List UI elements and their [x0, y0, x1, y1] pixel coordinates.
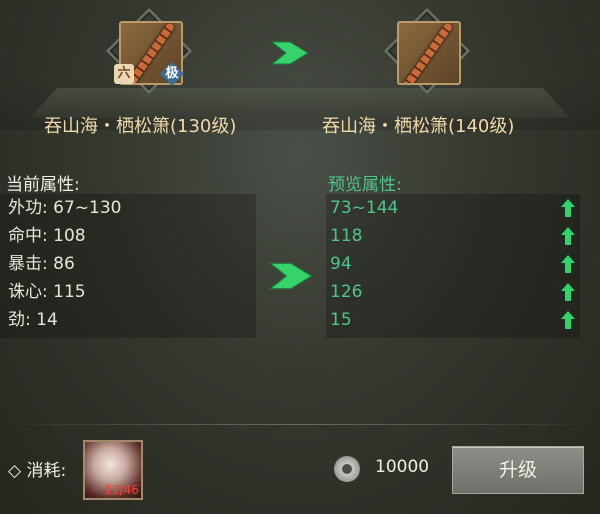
flute-shape: [400, 23, 454, 83]
material-item-slot[interactable]: 11/46: [83, 440, 143, 500]
coin-amount: 10000: [375, 457, 430, 477]
tier-badge: 六: [114, 64, 134, 84]
arrow-right-icon: [268, 258, 314, 294]
stat-label: 劲:: [8, 310, 31, 330]
stat-label: 暴击:: [8, 254, 48, 274]
up-arrow-icon: [561, 199, 575, 217]
arrow-right-icon: [270, 38, 310, 68]
current-stat-row: 外功: 67~130: [8, 194, 121, 222]
preview-item-name: 吞山海・栖松箫(140级): [322, 116, 515, 137]
silver-coin-icon: [334, 456, 360, 482]
stat-label: 命中:: [8, 226, 48, 246]
stat-value: 86: [53, 254, 75, 274]
flute-icon: [397, 21, 461, 85]
current-item-name: 吞山海・栖松箫(130级): [44, 116, 237, 137]
stat-label: 诛心:: [8, 282, 48, 302]
cost-label-text: 消耗:: [26, 461, 67, 481]
current-stat-row: 劲: 14: [8, 306, 58, 334]
preview-stats-title: 预览属性:: [328, 175, 402, 195]
up-arrow-icon: [561, 311, 575, 329]
divider: [0, 424, 600, 425]
preview-stat-value: 73~144: [330, 198, 399, 218]
preview-stat-value: 15: [330, 310, 352, 330]
stat-value: 115: [53, 282, 86, 302]
preview-stat-value: 126: [330, 282, 363, 302]
up-arrow-icon: [561, 227, 575, 245]
diamond-bullet-icon: ◇: [8, 461, 22, 481]
preview-stat-value: 94: [330, 254, 352, 274]
stat-value: 67~130: [53, 198, 122, 218]
stat-value: 108: [53, 226, 86, 246]
current-stat-row: 诛心: 115: [8, 278, 86, 306]
cost-label: ◇ 消耗:: [8, 456, 66, 481]
current-stats-title: 当前属性:: [6, 175, 80, 195]
upgrade-button[interactable]: 升级: [452, 446, 584, 494]
preview-stat-value: 118: [330, 226, 363, 246]
stat-label: 外功:: [8, 198, 48, 218]
current-stat-row: 命中: 108: [8, 222, 86, 250]
current-item-slot[interactable]: 六 极: [105, 7, 193, 95]
current-stat-row: 暴击: 86: [8, 250, 75, 278]
stat-value: 14: [36, 310, 58, 330]
up-arrow-icon: [561, 255, 575, 273]
preview-item-slot[interactable]: [383, 7, 471, 95]
material-count: 11/46: [104, 483, 139, 497]
up-arrow-icon: [561, 283, 575, 301]
